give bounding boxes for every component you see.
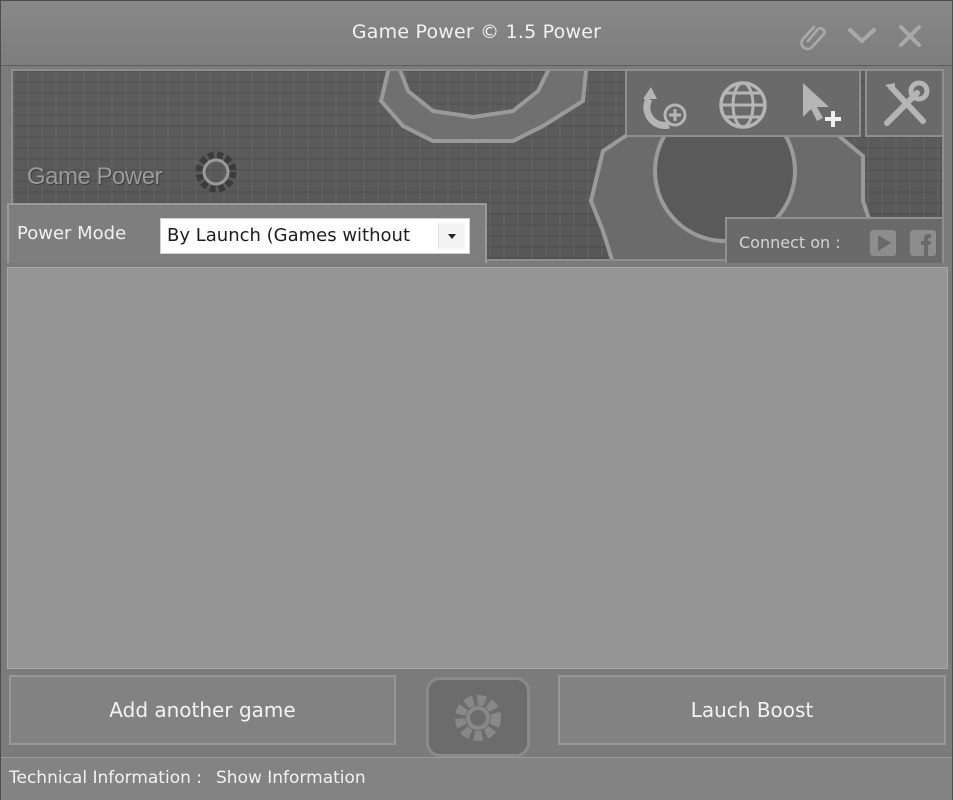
chevron-down-icon[interactable] <box>847 21 877 51</box>
power-mode-bar: Power Mode By Launch (Games without <box>7 203 487 263</box>
refresh-add-icon[interactable] <box>635 77 691 133</box>
launch-boost-button[interactable]: Lauch Boost <box>558 675 946 745</box>
cursor-add-icon[interactable] <box>791 77 847 133</box>
add-game-button[interactable]: Add another game <box>9 675 396 745</box>
youtube-icon[interactable] <box>869 229 897 257</box>
tools-icon[interactable] <box>877 77 933 133</box>
gear-icon <box>455 695 501 741</box>
game-list[interactable] <box>7 267 948 669</box>
status-bar: Technical Information : Show Information <box>1 757 952 800</box>
dropdown-arrow-icon[interactable] <box>438 223 465 249</box>
title-bar[interactable]: Game Power © 1.5 Power <box>1 1 952 66</box>
power-mode-label: Power Mode <box>17 223 127 244</box>
connect-panel: Connect on : <box>725 217 944 263</box>
paperclip-icon[interactable] <box>799 21 829 51</box>
connect-label: Connect on : <box>739 233 841 252</box>
globe-icon[interactable] <box>715 77 771 133</box>
technical-info-label: Technical Information : <box>9 768 203 788</box>
facebook-icon[interactable] <box>909 229 937 257</box>
gear-logo-icon <box>195 151 237 193</box>
app-window: Game Power © 1.5 Power Game Power Connec… <box>0 0 953 800</box>
show-information-link[interactable]: Show Information <box>216 768 366 788</box>
power-mode-value: By Launch (Games without <box>167 225 410 246</box>
settings-box <box>865 69 944 137</box>
brand-logo-text: Game Power <box>27 163 163 190</box>
toolbar-box <box>625 69 861 137</box>
close-icon[interactable] <box>895 21 925 51</box>
power-mode-select[interactable]: By Launch (Games without <box>160 218 470 254</box>
center-gear-button[interactable] <box>426 677 530 757</box>
